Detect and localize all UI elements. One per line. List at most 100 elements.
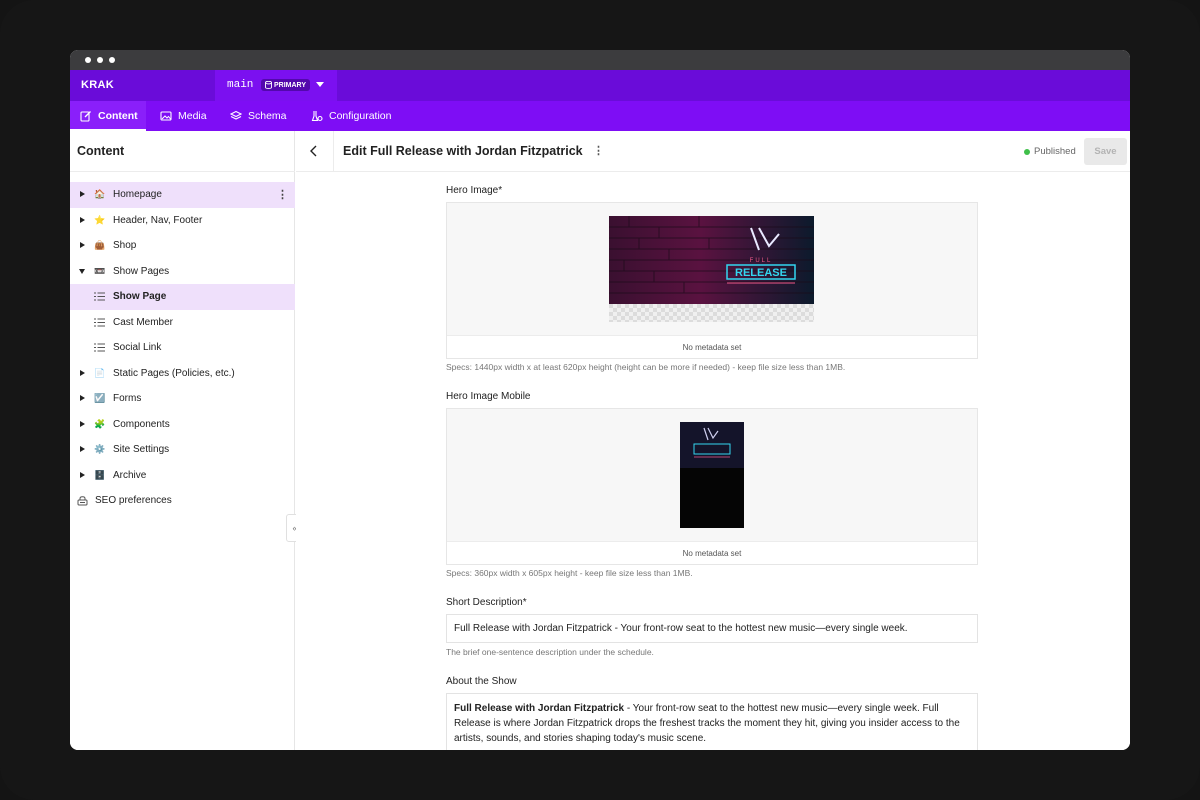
sidebar-item-archive[interactable]: 🗄️ Archive — [70, 463, 295, 489]
sidebar-item-show-page[interactable]: Show Page — [70, 284, 295, 310]
sidebar-item-static-pages[interactable]: 📄 Static Pages (Policies, etc.) — [70, 361, 295, 387]
editor-main: Edit Full Release with Jordan Fitzpatric… — [296, 131, 1130, 750]
art-title: RELEASE — [735, 267, 787, 279]
bag-icon: 👜 — [94, 240, 106, 250]
editor-header: Edit Full Release with Jordan Fitzpatric… — [296, 131, 1130, 172]
tab-configuration-label: Configuration — [329, 110, 392, 122]
sidebar-title: Content — [77, 144, 125, 158]
file-cabinet-icon: 🗄️ — [94, 469, 106, 480]
sidebar-item-label: Forms — [113, 393, 142, 404]
sidebar-item-shop[interactable]: 👜 Shop — [70, 233, 295, 259]
sidebar-item-homepage[interactable]: 🏠 Homepage ⋮ — [70, 182, 295, 208]
environment-badge-label: PRIMARY — [274, 81, 307, 89]
sidebar-item-show-pages[interactable]: 📼 Show Pages — [70, 259, 295, 285]
tab-content-label: Content — [98, 110, 138, 122]
hero-image-mobile-field[interactable]: No metadata set — [446, 408, 978, 565]
field-label-about: About the Show — [446, 676, 517, 687]
videocassette-icon: 📼 — [94, 265, 106, 276]
tab-schema-label: Schema — [248, 110, 287, 122]
window-control-dot[interactable] — [85, 57, 91, 63]
content-tree: 🏠 Homepage ⋮ ⭐ Header, Nav, Footer 👜 Sho… — [70, 182, 295, 514]
caret-right-icon[interactable] — [80, 242, 85, 248]
caret-right-icon[interactable] — [80, 216, 85, 223]
divider — [70, 171, 295, 172]
hero-image-mobile-preview[interactable] — [680, 422, 744, 528]
tab-media[interactable]: Media — [150, 101, 217, 131]
chevron-down-icon — [316, 82, 324, 87]
tab-configuration[interactable]: Configuration — [301, 101, 401, 131]
page-icon: 📄 — [94, 367, 106, 378]
app-window: KRAK main PRIMARY Content Media Schema C… — [70, 50, 1130, 750]
caret-down-icon[interactable] — [79, 268, 85, 274]
sidebar-item-header-nav-footer[interactable]: ⭐ Header, Nav, Footer — [70, 208, 295, 234]
image-metadata: No metadata set — [447, 335, 977, 358]
sidebar-item-label: Show Pages — [113, 265, 170, 277]
sidebar-item-label: Show Page — [113, 291, 167, 302]
field-label-short-description: Short Description* — [446, 597, 527, 608]
content-sidebar: Content 🏠 Homepage ⋮ ⭐ Header, Nav, Foot… — [70, 131, 295, 750]
sidebar-item-label: Homepage — [113, 189, 162, 200]
art-title-top: FULL — [750, 258, 773, 264]
caret-right-icon[interactable] — [80, 471, 85, 478]
sidebar-item-social-link[interactable]: Social Link — [70, 335, 295, 361]
window-control-dot[interactable] — [97, 57, 103, 63]
list-icon — [94, 343, 105, 352]
sidebar-item-label: Social Link — [113, 342, 162, 353]
house-icon: 🏠 — [94, 189, 106, 199]
status-label: Published — [1034, 146, 1076, 157]
page-title: Edit Full Release with Jordan Fitzpatric… — [343, 144, 583, 158]
caret-right-icon[interactable] — [80, 446, 85, 452]
caret-right-icon[interactable] — [80, 420, 85, 427]
field-label-hero-image-mobile: Hero Image Mobile — [446, 391, 531, 402]
sidebar-item-label: Cast Member — [113, 316, 174, 328]
sidebar-item-label: Static Pages (Policies, etc.) — [113, 367, 235, 379]
image-metadata: No metadata set — [447, 541, 977, 564]
field-hint: Specs: 1440px width x at least 620px hei… — [446, 362, 846, 372]
window-titlebar — [70, 50, 1130, 70]
tab-schema[interactable]: Schema — [220, 101, 297, 131]
status-dot-icon — [1024, 148, 1030, 155]
environment-switcher[interactable]: main PRIMARY — [215, 70, 337, 101]
tab-content[interactable]: Content — [70, 101, 146, 131]
sidebar-item-label: Components — [113, 418, 170, 430]
star-icon: ⭐ — [94, 214, 106, 225]
save-button[interactable]: Save — [1084, 138, 1127, 165]
hero-image-field[interactable]: FULL RELEASE No metadata set — [446, 202, 978, 359]
tab-media-label: Media — [178, 110, 207, 122]
caret-right-icon[interactable] — [80, 191, 85, 197]
sidebar-item-label: SEO preferences — [95, 495, 172, 506]
caret-right-icon[interactable] — [80, 395, 85, 401]
brand-logo[interactable]: KRAK — [81, 79, 114, 91]
environment-name: main — [227, 79, 254, 91]
database-icon — [265, 81, 272, 89]
more-vertical-icon[interactable]: ⋮ — [277, 188, 288, 201]
sidebar-item-label: Site Settings — [113, 444, 170, 455]
field-hint: The brief one-sentence description under… — [446, 647, 654, 657]
field-label-hero-image: Hero Image* — [446, 185, 503, 196]
about-bold-lead: Full Release with Jordan Fitzpatrick — [454, 703, 625, 714]
sidebar-item-seo-preferences[interactable]: SEO preferences — [70, 488, 295, 514]
hero-image-mobile-thumbnail — [680, 422, 744, 528]
list-icon — [94, 318, 105, 326]
back-button[interactable] — [306, 143, 322, 159]
sidebar-item-forms[interactable]: ☑️ Forms — [70, 386, 295, 412]
sidebar-item-site-settings[interactable]: ⚙️ Site Settings — [70, 437, 295, 463]
list-icon — [94, 292, 105, 301]
checkbox-icon: ☑️ — [94, 393, 106, 403]
top-bar: KRAK main PRIMARY — [70, 70, 1130, 101]
window-control-dot[interactable] — [109, 57, 115, 63]
more-vertical-icon[interactable]: ⋮ — [593, 144, 604, 157]
sidebar-item-components[interactable]: 🧩 Components — [70, 412, 295, 438]
hero-image-preview[interactable]: FULL RELEASE — [609, 216, 814, 322]
divider — [333, 131, 334, 172]
about-show-editor[interactable]: Full Release with Jordan Fitzpatrick - Y… — [446, 693, 978, 750]
sidebar-item-label: Shop — [113, 240, 137, 251]
edit-icon — [80, 110, 92, 122]
sidebar-item-label: Archive — [113, 469, 147, 481]
sidebar-item-cast-member[interactable]: Cast Member — [70, 310, 295, 336]
caret-right-icon[interactable] — [80, 369, 85, 376]
config-icon — [311, 110, 323, 122]
gear-icon: ⚙️ — [94, 444, 106, 454]
short-description-input[interactable]: Full Release with Jordan Fitzpatrick - Y… — [446, 614, 978, 643]
image-icon — [160, 110, 172, 122]
